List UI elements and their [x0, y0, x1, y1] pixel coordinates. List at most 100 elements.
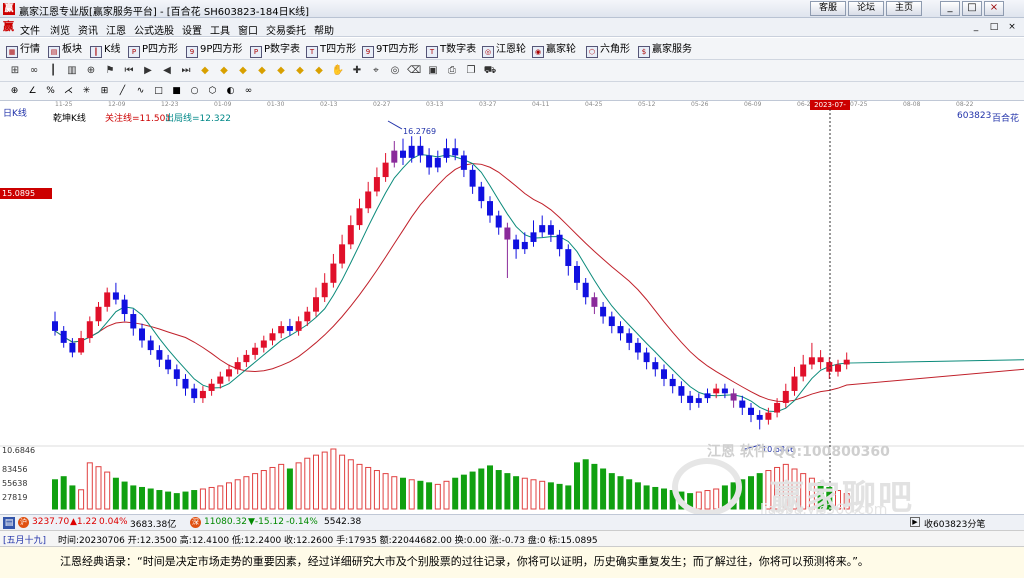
cursor-icon[interactable]: ⌖ — [369, 64, 383, 78]
mdi-close-button[interactable]: × — [1004, 21, 1020, 34]
menu-settings[interactable]: 设置 — [182, 22, 202, 37]
tick-label[interactable]: 收603823分笔 — [924, 517, 985, 530]
kline-button[interactable]: ┃ K线 — [90, 42, 121, 58]
maximize-button[interactable]: □ — [962, 1, 982, 16]
p-square-button[interactable]: P P四方形 — [128, 42, 178, 58]
last-icon[interactable]: ⏭ — [179, 64, 193, 78]
candle-icon[interactable]: ┃ — [46, 64, 60, 78]
home-button[interactable]: 主页 — [886, 1, 922, 16]
first-icon[interactable]: ⏮ — [122, 64, 136, 78]
menu-help[interactable]: 帮助 — [314, 22, 334, 37]
flag-icon[interactable]: ⚑ — [103, 64, 117, 78]
sz-index-value[interactable]: 11080.32 — [204, 517, 247, 527]
volume-bar — [182, 491, 189, 510]
scroll-icon[interactable]: ▶ — [910, 517, 920, 527]
winner-wheel-button[interactable]: ◉ 赢家轮 — [532, 42, 576, 58]
fan-icon[interactable]: ⋌ — [62, 85, 75, 98]
link-icon[interactable]: ∞ — [27, 64, 41, 78]
next-icon[interactable]: ▶ — [141, 64, 155, 78]
print-icon[interactable]: ⎙ — [445, 64, 459, 78]
quotes-button[interactable]: ▦ 行情 — [6, 42, 40, 58]
diamond-icon[interactable]: ◆ — [274, 64, 288, 78]
t-number-table-button[interactable]: T T数字表 — [426, 42, 476, 58]
diamond-icon[interactable]: ◆ — [217, 64, 231, 78]
minimize-button[interactable]: _ — [940, 1, 960, 16]
diamond-icon[interactable]: ◆ — [255, 64, 269, 78]
menu-file[interactable]: 文件 — [20, 22, 40, 37]
copy-icon[interactable]: ❐ — [464, 64, 478, 78]
menu-formula[interactable]: 公式选股 — [134, 22, 174, 37]
kline-icon: ┃ — [90, 46, 102, 58]
hexagon-button[interactable]: ⬡ 六角形 — [586, 42, 630, 58]
wave-icon[interactable]: ∿ — [134, 85, 147, 98]
menu-bar: 嬴 文件 浏览 资讯 江恩 公式选股 设置 工具 窗口 交易委托 帮助 _ □ … — [0, 18, 1024, 37]
eraser-icon[interactable]: ⌫ — [407, 64, 421, 78]
line-icon[interactable]: ╱ — [116, 85, 129, 98]
save-icon[interactable]: ▣ — [426, 64, 440, 78]
hex-icon[interactable]: ⬡ — [206, 85, 219, 98]
gann-icon[interactable]: ✳ — [80, 85, 93, 98]
menu-gann[interactable]: 江恩 — [106, 22, 126, 37]
menu-tools[interactable]: 工具 — [210, 22, 230, 37]
diamond-icon[interactable]: ◆ — [293, 64, 307, 78]
truck-icon[interactable]: ⛟ — [483, 64, 497, 78]
candle — [400, 150, 406, 158]
candle — [286, 326, 293, 331]
zoom-in-icon[interactable]: ⊕ — [8, 85, 21, 98]
candle — [321, 282, 328, 298]
close-button[interactable]: × — [984, 1, 1004, 16]
candle — [687, 395, 694, 403]
gann-wheel-button[interactable]: ◎ 江恩轮 — [482, 42, 526, 58]
cross-icon[interactable]: ✚ — [350, 64, 364, 78]
target-icon[interactable]: ◎ — [388, 64, 402, 78]
volume-bar — [574, 462, 580, 510]
volume-bar — [165, 491, 172, 510]
menu-browse[interactable]: 浏览 — [50, 22, 70, 37]
bar-chart-icon[interactable]: ▥ — [65, 64, 79, 78]
candle — [304, 311, 311, 322]
sh-index-value[interactable]: 3237.70 — [32, 517, 69, 527]
date-tick-label: 07-25 — [850, 101, 868, 108]
p-number-table-button[interactable]: P P数字表 — [250, 42, 300, 58]
window-title: 赢家江恩专业版[赢家服务平台] - [百合花 SH603823-184日K线] — [19, 7, 310, 18]
sector-button[interactable]: ▤ 板块 — [48, 42, 82, 58]
square-icon[interactable]: ■ — [170, 85, 183, 98]
link-icon[interactable]: ∞ — [242, 85, 255, 98]
date-tick-label: 01-09 — [214, 101, 232, 108]
candle — [608, 316, 615, 327]
mdi-restore-button[interactable]: □ — [986, 21, 1002, 34]
t-square-button[interactable]: T T四方形 — [306, 42, 356, 58]
index-status-bar: ▤ 沪 3237.70 ▲1.22 0.04% 3683.38亿 深 11080… — [0, 514, 1024, 530]
9t-square-button[interactable]: 9 9T四方形 — [362, 42, 418, 58]
menu-news[interactable]: 资讯 — [78, 22, 98, 37]
prev-icon[interactable]: ◀ — [160, 64, 174, 78]
candle — [765, 412, 772, 420]
market-icon[interactable]: ▤ — [3, 517, 15, 529]
service-button[interactable]: 客服 — [810, 1, 846, 16]
date-tick-label: 08-22 — [956, 101, 974, 108]
candle — [347, 225, 354, 245]
winner-service-button[interactable]: $ 赢家服务 — [638, 42, 692, 58]
gann-quote-bar: 江恩经典语录：“时间是决定市场走势的重要因素，经过详细研究大市及个别股票的过往记… — [0, 546, 1024, 578]
diamond-icon[interactable]: ◆ — [198, 64, 212, 78]
exit-line-value: 出局线=12.322 — [165, 114, 232, 124]
zoom-in-icon[interactable]: ⊕ — [84, 64, 98, 78]
angle-icon[interactable]: ∠ — [26, 85, 39, 98]
forum-button[interactable]: 论坛 — [848, 1, 884, 16]
menu-trade[interactable]: 交易委托 — [266, 22, 306, 37]
diamond-icon[interactable]: ◆ — [312, 64, 326, 78]
diamond-icon[interactable]: ◆ — [236, 64, 250, 78]
9p-square-button[interactable]: 9 9P四方形 — [186, 42, 242, 58]
box-icon[interactable]: □ — [152, 85, 165, 98]
menu-window[interactable]: 窗口 — [238, 22, 258, 37]
volume-bar — [226, 482, 232, 510]
circle-icon[interactable]: ○ — [188, 85, 201, 98]
grid-icon[interactable]: ⊞ — [98, 85, 111, 98]
percent-icon[interactable]: % — [44, 85, 57, 98]
hand-icon[interactable]: ✋ — [331, 64, 345, 78]
volume-bar — [504, 473, 511, 510]
color-icon[interactable]: ◐ — [224, 85, 237, 98]
candle — [791, 376, 798, 391]
mdi-minimize-button[interactable]: _ — [968, 21, 984, 34]
grid-icon[interactable]: ⊞ — [8, 64, 22, 78]
